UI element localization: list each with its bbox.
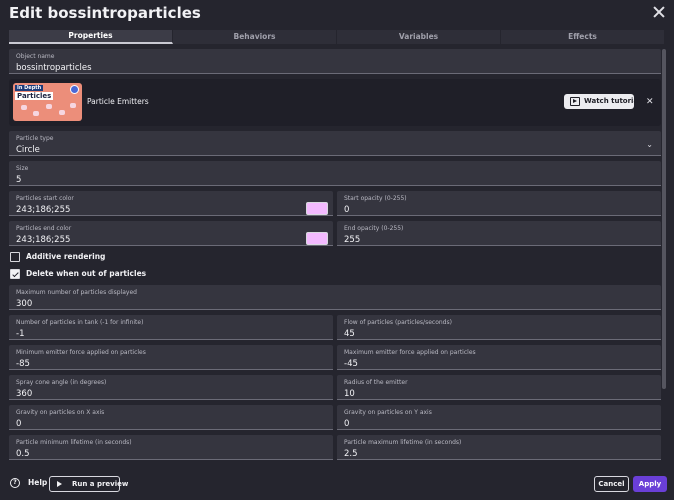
spray-angle-field[interactable]: Spray cone angle (in degrees) 360 bbox=[9, 375, 333, 400]
gravity-y-value: 0 bbox=[344, 419, 350, 429]
additive-rendering-label: Additive rendering bbox=[26, 252, 106, 261]
object-name-label: Object name bbox=[16, 53, 55, 60]
end-color-swatch[interactable] bbox=[306, 232, 328, 245]
additive-rendering-checkbox[interactable] bbox=[10, 252, 20, 262]
min-force-label: Minimum emitter force applied on particl… bbox=[16, 349, 146, 356]
spray-angle-value: 360 bbox=[16, 389, 33, 399]
play-icon bbox=[570, 97, 580, 106]
gravity-x-field[interactable]: Gravity on particles on X axis 0 bbox=[9, 405, 333, 430]
start-color-field[interactable]: Particles start color 243;186;255 bbox=[9, 191, 333, 216]
vertical-scrollbar[interactable] bbox=[662, 49, 666, 389]
run-preview-label: Run a preview bbox=[72, 480, 129, 488]
delete-when-out-label: Delete when out of particles bbox=[26, 269, 147, 278]
flow-field[interactable]: Flow of particles (particles/seconds) 45 bbox=[337, 315, 661, 340]
delete-when-out-row[interactable]: Delete when out of particles bbox=[9, 268, 309, 282]
apply-button[interactable]: Apply bbox=[633, 476, 667, 492]
radius-label: Radius of the emitter bbox=[344, 379, 408, 386]
watch-tutorial-button[interactable]: Watch tutorial bbox=[564, 94, 641, 109]
additive-rendering-row[interactable]: Additive rendering bbox=[9, 251, 309, 265]
tank-label: Number of particles in tank (-1 for infi… bbox=[16, 319, 144, 326]
object-name-field[interactable]: Object name bossintroparticles bbox=[9, 49, 661, 74]
tab-properties[interactable]: Properties bbox=[9, 30, 173, 44]
max-force-label: Maximum emitter force applied on particl… bbox=[344, 349, 476, 356]
tutorial-thumbnail[interactable]: In Depth Particles bbox=[13, 83, 82, 121]
run-preview-button[interactable]: Run a preview bbox=[49, 476, 128, 492]
dismiss-tutorial-icon[interactable]: ✕ bbox=[646, 97, 654, 107]
radius-field[interactable]: Radius of the emitter 10 bbox=[337, 375, 661, 400]
max-force-value: -45 bbox=[344, 359, 358, 369]
end-color-value: 243;186;255 bbox=[16, 235, 71, 245]
end-opacity-field[interactable]: End opacity (0-255) 255 bbox=[337, 221, 661, 246]
tab-bar: Properties Behaviors Variables Effects bbox=[9, 30, 665, 44]
max-lifetime-value: 2.5 bbox=[344, 449, 358, 459]
gravity-x-label: Gravity on particles on X axis bbox=[16, 409, 105, 416]
spray-angle-label: Spray cone angle (in degrees) bbox=[16, 379, 107, 386]
particle-type-value: Circle bbox=[16, 145, 40, 155]
chevron-down-icon: ⌄ bbox=[646, 140, 653, 149]
cancel-button[interactable]: Cancel bbox=[594, 476, 629, 492]
max-force-field[interactable]: Maximum emitter force applied on particl… bbox=[337, 345, 661, 370]
close-icon[interactable] bbox=[652, 5, 666, 19]
particle-type-select[interactable]: Particle type Circle ⌄ bbox=[9, 131, 661, 156]
tutorial-banner: In Depth Particles Particle Emitters Wat… bbox=[9, 79, 661, 126]
particle-type-label: Particle type bbox=[16, 135, 54, 142]
dialog-title: Edit bossintroparticles bbox=[9, 4, 201, 22]
start-color-swatch[interactable] bbox=[306, 202, 328, 215]
dialog-footer: ? Help Run a preview Cancel Apply bbox=[0, 466, 674, 500]
tank-value: -1 bbox=[16, 329, 25, 339]
tab-effects[interactable]: Effects bbox=[501, 30, 665, 44]
min-lifetime-label: Particle minimum lifetime (in seconds) bbox=[16, 439, 132, 446]
thumbnail-title: Particles bbox=[15, 92, 54, 100]
max-particles-value: 300 bbox=[16, 299, 33, 309]
thumbnail-tag: In Depth bbox=[15, 85, 44, 91]
delete-when-out-checkbox[interactable] bbox=[10, 269, 20, 279]
tab-behaviors[interactable]: Behaviors bbox=[173, 30, 337, 44]
size-value: 5 bbox=[16, 175, 22, 185]
end-opacity-value: 255 bbox=[344, 235, 361, 245]
title-bar: Edit bossintroparticles bbox=[0, 0, 674, 27]
tank-field[interactable]: Number of particles in tank (-1 for infi… bbox=[9, 315, 333, 340]
tab-variables[interactable]: Variables bbox=[337, 30, 501, 44]
min-lifetime-value: 0.5 bbox=[16, 449, 30, 459]
max-particles-field[interactable]: Maximum number of particles displayed 30… bbox=[9, 285, 661, 310]
max-particles-label: Maximum number of particles displayed bbox=[16, 289, 137, 296]
size-label: Size bbox=[16, 165, 29, 172]
flow-label: Flow of particles (particles/seconds) bbox=[344, 319, 452, 326]
watch-tutorial-label: Watch tutorial bbox=[584, 97, 641, 105]
object-name-value: bossintroparticles bbox=[16, 63, 92, 73]
size-field[interactable]: Size 5 bbox=[9, 161, 661, 186]
start-opacity-label: Start opacity (0-255) bbox=[344, 195, 407, 202]
gravity-y-label: Gravity on particles on Y axis bbox=[344, 409, 432, 416]
flow-value: 45 bbox=[344, 329, 355, 339]
min-force-value: -85 bbox=[16, 359, 30, 369]
gravity-x-value: 0 bbox=[16, 419, 22, 429]
end-opacity-label: End opacity (0-255) bbox=[344, 225, 404, 232]
start-color-label: Particles start color bbox=[16, 195, 74, 202]
play-icon bbox=[57, 481, 62, 487]
max-lifetime-field[interactable]: Particle maximum lifetime (in seconds) 2… bbox=[337, 435, 661, 460]
end-color-label: Particles end color bbox=[16, 225, 72, 232]
help-icon: ? bbox=[10, 478, 20, 488]
gravity-y-field[interactable]: Gravity on particles on Y axis 0 bbox=[337, 405, 661, 430]
tutorial-label: Particle Emitters bbox=[87, 97, 149, 106]
max-lifetime-label: Particle maximum lifetime (in seconds) bbox=[344, 439, 462, 446]
min-lifetime-field[interactable]: Particle minimum lifetime (in seconds) 0… bbox=[9, 435, 333, 460]
radius-value: 10 bbox=[344, 389, 355, 399]
start-opacity-field[interactable]: Start opacity (0-255) 0 bbox=[337, 191, 661, 216]
end-color-field[interactable]: Particles end color 243;186;255 bbox=[9, 221, 333, 246]
properties-panel: Object name bossintroparticles In Depth … bbox=[9, 49, 661, 460]
help-label: Help bbox=[28, 478, 48, 487]
start-color-value: 243;186;255 bbox=[16, 205, 71, 215]
min-force-field[interactable]: Minimum emitter force applied on particl… bbox=[9, 345, 333, 370]
start-opacity-value: 0 bbox=[344, 205, 350, 215]
brand-logo-icon bbox=[70, 85, 79, 94]
